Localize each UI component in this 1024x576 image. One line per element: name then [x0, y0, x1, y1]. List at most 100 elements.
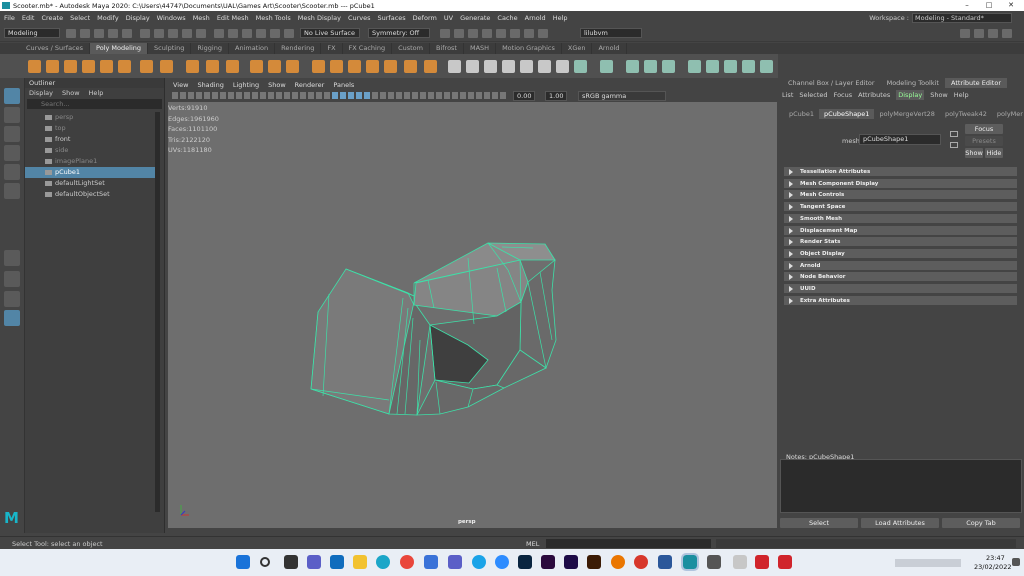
shelf-tool-icon[interactable]: [268, 60, 281, 73]
terminal-icon[interactable]: [707, 555, 721, 569]
menu-modify[interactable]: Modify: [97, 14, 119, 22]
outliner-item[interactable]: front: [25, 134, 157, 145]
ae-menu-list[interactable]: List: [782, 90, 793, 100]
shelf-tool-icon[interactable]: [424, 60, 437, 73]
node-output-icon[interactable]: [950, 142, 958, 148]
outliner-item[interactable]: side: [25, 145, 157, 156]
status-tool-icon[interactable]: [482, 29, 492, 38]
notes-textarea[interactable]: [780, 459, 1022, 513]
shelf-tool-icon[interactable]: [556, 60, 569, 73]
rotate-tool-icon[interactable]: [4, 164, 20, 180]
outliner-item[interactable]: defaultLightSet: [25, 178, 157, 189]
menu-help[interactable]: Help: [553, 14, 568, 22]
shelf-tool-icon[interactable]: [466, 60, 479, 73]
node-tab[interactable]: polyMergeVert28: [874, 109, 939, 119]
ae-menu-help[interactable]: Help: [954, 90, 969, 100]
shelf-tab-fx-caching[interactable]: FX Caching: [343, 43, 393, 54]
status-tool-icon[interactable]: [468, 29, 478, 38]
menu-windows[interactable]: Windows: [157, 14, 186, 22]
ae-menu-focus[interactable]: Focus: [834, 90, 853, 100]
attr-section[interactable]: Object Display: [784, 248, 1017, 259]
teams-icon[interactable]: [307, 555, 321, 569]
status-tool-icon[interactable]: [196, 29, 206, 38]
mel-label[interactable]: MEL: [526, 540, 539, 548]
ae-menu-display[interactable]: Display: [896, 90, 925, 100]
menu-edit[interactable]: Edit: [22, 14, 35, 22]
search-icon[interactable]: [260, 557, 270, 567]
menu-generate[interactable]: Generate: [460, 14, 490, 22]
panel-tab-1[interactable]: Modeling Toolkit: [881, 78, 945, 88]
chrome-icon[interactable]: [400, 555, 414, 569]
close-icon[interactable]: ✕: [1004, 0, 1018, 11]
node-tab[interactable]: polyMer: [992, 109, 1024, 119]
copy-tab-button[interactable]: Copy Tab: [942, 518, 1020, 528]
ae-menu-attributes[interactable]: Attributes: [858, 90, 890, 100]
outliner-item[interactable]: persp: [25, 112, 157, 123]
start-icon[interactable]: [236, 555, 250, 569]
word-icon[interactable]: [658, 555, 672, 569]
shelf-tool-icon[interactable]: [206, 60, 219, 73]
user-field[interactable]: lilubvm: [580, 28, 642, 38]
node-tab[interactable]: polyTweak42: [940, 109, 992, 119]
after-effects-icon[interactable]: [564, 555, 578, 569]
shelf-tool-icon[interactable]: [574, 60, 587, 73]
show-button[interactable]: Show: [965, 148, 983, 158]
shelf-tab-curves-surfaces[interactable]: Curves / Surfaces: [20, 43, 91, 54]
tray-icons[interactable]: [895, 559, 961, 567]
shelf-tab-arnold[interactable]: Arnold: [592, 43, 627, 54]
status-tool-icon[interactable]: [154, 29, 164, 38]
menu-surfaces[interactable]: Surfaces: [378, 14, 406, 22]
attr-section[interactable]: Tangent Space: [784, 202, 1017, 213]
menu-mesh-tools[interactable]: Mesh Tools: [256, 14, 291, 22]
status-tool-icon[interactable]: [80, 29, 90, 38]
attr-section[interactable]: Tessellation Attributes: [784, 167, 1017, 177]
panel-tab-0[interactable]: Channel Box / Layer Editor: [782, 78, 881, 88]
menu-cache[interactable]: Cache: [497, 14, 517, 22]
clock-date[interactable]: 23/02/2022: [974, 563, 1011, 571]
hide-button[interactable]: Hide: [985, 148, 1003, 158]
attr-section[interactable]: Displacement Map: [784, 225, 1017, 236]
load-attributes-button[interactable]: Load Attributes: [861, 518, 939, 528]
acrobat-icon[interactable]: [634, 555, 648, 569]
status-tool-icon[interactable]: [270, 29, 280, 38]
status-tool-icon[interactable]: [496, 29, 506, 38]
task-view-icon[interactable]: [284, 555, 298, 569]
shelf-tool-icon[interactable]: [724, 60, 737, 73]
panel-toggle-icon[interactable]: [960, 29, 970, 38]
attr-section[interactable]: Extra Attributes: [784, 295, 1017, 306]
menu-create[interactable]: Create: [41, 14, 63, 22]
shelf-tool-icon[interactable]: [312, 60, 325, 73]
workspace-dropdown[interactable]: Modeling - Standard*: [912, 12, 1012, 23]
outliner-search-input[interactable]: Search...: [27, 99, 162, 109]
minimize-icon[interactable]: –: [960, 0, 974, 11]
attr-section[interactable]: Smooth Mesh: [784, 213, 1017, 224]
shelf-tool-icon[interactable]: [644, 60, 657, 73]
shelf-tool-icon[interactable]: [82, 60, 95, 73]
outliner-menu-help[interactable]: Help: [89, 88, 104, 98]
status-tool-icon[interactable]: [538, 29, 548, 38]
focus-button[interactable]: Focus: [965, 124, 1003, 134]
shelf-tool-icon[interactable]: [46, 60, 59, 73]
attr-section[interactable]: UUID: [784, 284, 1017, 294]
outliner-scrollbar[interactable]: [155, 112, 160, 512]
shelf-tab-bifrost[interactable]: Bifrost: [430, 43, 464, 54]
app-icon-a[interactable]: [733, 555, 747, 569]
two-view-icon[interactable]: [4, 291, 20, 307]
status-tool-icon[interactable]: [228, 29, 238, 38]
zoom-icon[interactable]: [495, 555, 509, 569]
shelf-tool-icon[interactable]: [186, 60, 199, 73]
maximize-icon[interactable]: □: [982, 0, 996, 11]
shelf-tool-icon[interactable]: [250, 60, 263, 73]
edge-icon[interactable]: [376, 555, 390, 569]
attr-section[interactable]: Arnold: [784, 260, 1017, 271]
maya-taskbar-icon[interactable]: [681, 553, 699, 571]
store-icon[interactable]: [424, 555, 438, 569]
menu-curves[interactable]: Curves: [348, 14, 371, 22]
move-tool-icon[interactable]: [4, 145, 20, 161]
shelf-tool-icon[interactable]: [502, 60, 515, 73]
panel-toggle-icon[interactable]: [988, 29, 998, 38]
illustrator-icon[interactable]: [587, 555, 601, 569]
menu-file[interactable]: File: [4, 14, 15, 22]
status-tool-icon[interactable]: [168, 29, 178, 38]
panel-toggle-icon[interactable]: [974, 29, 984, 38]
